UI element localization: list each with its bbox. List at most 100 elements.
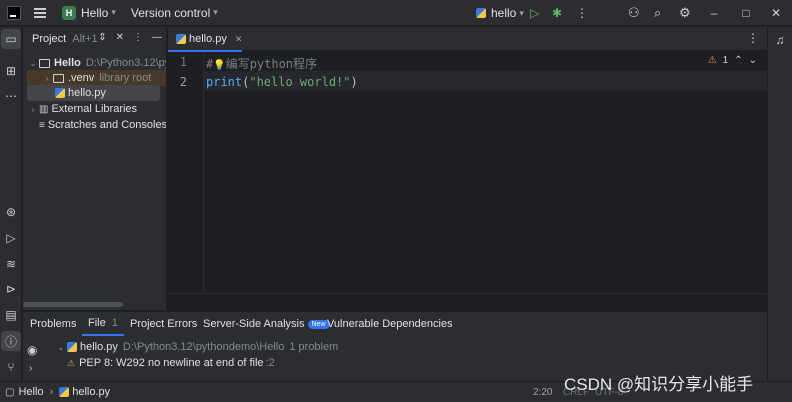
vulnerable-label: Vulnerable Dependencies [327, 318, 453, 330]
layers-icon[interactable]: ≋ [1, 254, 21, 274]
tree-item-root[interactable]: ⌄ Hello D:\Python3.12\pytho [23, 55, 166, 71]
more-tools-icon[interactable]: ⋯ [1, 86, 21, 106]
file-tab-count: 1 [111, 317, 118, 329]
lightbulb-icon[interactable]: 💡 [213, 60, 225, 71]
comment-text: 编写python程序 [225, 57, 318, 71]
code-line-2[interactable]: print("hello world!") [206, 75, 358, 89]
scratches-label: Scratches and Consoles [47, 119, 167, 131]
run-tool-icon[interactable]: ▷ [1, 228, 21, 248]
tree-item-hello-py[interactable]: hello.py [27, 85, 160, 101]
problem-file-name: hello.py [80, 341, 118, 353]
problem-file-row[interactable]: ⌄ hello.py D:\Python3.12\pythondemo\Hell… [55, 339, 339, 355]
expand-collapse-icon[interactable]: ⇕ [98, 32, 106, 43]
problems-title: Problems [30, 318, 77, 330]
project-name: Hello [81, 5, 109, 20]
chevron-right-icon[interactable]: › [41, 74, 53, 83]
library-icon: ▥ [39, 103, 49, 115]
tree-item-venv[interactable]: › .venv library root [27, 70, 166, 86]
chevron-right-icon[interactable]: › [27, 105, 39, 114]
tab-file[interactable]: File 1 [82, 312, 124, 336]
project-tool-folder-icon[interactable]: ▭ [1, 29, 21, 49]
project-panel-header: Project Alt+1 ⇕ ✕ ⋮ — [23, 27, 166, 51]
python-file-icon [67, 342, 77, 352]
services-icon[interactable]: ⊳ [1, 279, 21, 299]
project-errors-label: Project Errors [130, 318, 198, 330]
breadcrumb-separator: › [49, 386, 54, 398]
title-bar: H Hello ▾ Version control ▾ hello ▾ ▷ ✱ … [0, 0, 792, 26]
file-tab-label: File [88, 317, 106, 329]
python-packages-icon[interactable]: ⊛ [1, 202, 21, 222]
project-panel: Project Alt+1 ⇕ ✕ ⋮ — ⌄ Hello D:\Python3… [23, 27, 167, 310]
version-control-menu[interactable]: Version control ▾ [126, 0, 218, 26]
chevron-down-icon: ▾ [519, 7, 524, 18]
add-user-icon[interactable]: ⚇ [628, 0, 640, 26]
tab-project-errors[interactable]: Project Errors [130, 312, 197, 336]
python-file-icon [476, 8, 486, 18]
left-tool-strip: ▭ ⊞ ⋯ ⊛ ▷ ≋ ⊳ ▤ ⓘ ⑂ [0, 27, 22, 381]
expand-icon[interactable]: › [29, 363, 32, 374]
project-badge: H [62, 5, 76, 20]
problems-tool-icon[interactable]: ⓘ [1, 331, 21, 351]
next-problem-icon[interactable]: ⌄ [749, 55, 757, 66]
eye-icon[interactable]: ◉ [27, 343, 37, 357]
tab-vulnerable-dependencies[interactable]: Vulnerable Dependencies [327, 312, 453, 336]
run-icon[interactable]: ▷ [530, 0, 539, 26]
terminal-icon[interactable]: ▤ [1, 305, 21, 325]
hide-panel-icon[interactable]: — [152, 32, 162, 43]
debug-icon[interactable]: ✱ [552, 0, 562, 26]
editor-tab-bar: hello.py ✕ ⋮ [168, 27, 767, 52]
tab-label: hello.py [189, 33, 227, 45]
pycharm-logo-icon [7, 5, 21, 20]
tab-problems[interactable]: Problems [30, 312, 76, 336]
tab-hello-py[interactable]: hello.py ✕ [168, 27, 250, 52]
python-file-icon [55, 88, 65, 98]
problem-file-path: D:\Python3.12\pythondemo\Hello [122, 341, 285, 353]
project-panel-title[interactable]: Project [32, 33, 66, 45]
root-folder-path: D:\Python3.12\pytho [85, 57, 166, 69]
chevron-down-icon: ▾ [213, 7, 218, 17]
issue-location: :2 [265, 357, 275, 369]
code-line-1[interactable]: #💡编写python程序 [206, 55, 317, 72]
search-icon[interactable]: ⌕ [654, 0, 661, 26]
close-button[interactable]: ✕ [756, 0, 792, 26]
structure-icon[interactable]: ⊞ [1, 61, 21, 81]
csdn-watermark: CSDN @知识分享小能手 [564, 375, 754, 394]
tree-item-external-libraries[interactable]: › ▥ External Libraries [23, 101, 137, 117]
chevron-down-icon: ▾ [111, 7, 116, 17]
horizontal-scrollbar[interactable] [23, 302, 123, 307]
chevron-down-icon[interactable]: ⌄ [27, 59, 39, 68]
project-shortcut-hint: Alt+1 [72, 33, 98, 45]
breadcrumb-project[interactable]: Hello [18, 386, 43, 398]
run-config-selector[interactable]: hello ▾ [476, 0, 524, 26]
external-libraries-label: External Libraries [51, 103, 138, 115]
caret-position[interactable]: 2:20 [533, 382, 552, 402]
code-editor[interactable]: 1 2 #💡编写python程序 print("hello world!") ⚠… [168, 52, 767, 293]
project-switcher[interactable]: H Hello ▾ [46, 0, 116, 26]
git-branch-icon[interactable]: ⑂ [1, 357, 21, 377]
warning-triangle-icon: ⚠ [707, 55, 717, 66]
inspection-widget[interactable]: ⚠ 1 ⌃ ⌄ [708, 55, 757, 66]
python-file-icon [176, 34, 186, 44]
close-paren: ) [350, 75, 358, 89]
tab-server-side-analysis[interactable]: Server-Side Analysis New [203, 312, 330, 336]
close-tab-icon[interactable]: ✕ [235, 34, 243, 45]
problem-issue-row[interactable]: ⚠ PEP 8: W292 no newline at end of file … [67, 355, 275, 371]
tab-options-icon[interactable]: ⋮ [747, 31, 759, 45]
options-icon[interactable]: ⋮ [133, 32, 143, 43]
more-actions-icon[interactable]: ⋮ [576, 0, 588, 26]
settings-gear-icon[interactable]: ⚙ [679, 0, 691, 26]
chevron-down-icon[interactable]: ⌄ [55, 343, 67, 352]
tree-item-scratches[interactable]: ≡ Scratches and Consoles [23, 117, 167, 133]
root-folder-name: Hello [54, 57, 81, 69]
folder-icon [39, 58, 50, 68]
server-side-label: Server-Side Analysis [203, 318, 305, 330]
collapse-all-icon[interactable]: ✕ [116, 32, 124, 43]
folder-icon [53, 73, 64, 83]
main-menu-icon[interactable] [34, 7, 46, 18]
venv-note: library root [99, 72, 152, 84]
breadcrumb-file[interactable]: hello.py [72, 386, 110, 398]
issue-message: PEP 8: W292 no newline at end of file [79, 357, 264, 369]
venv-folder-name: .venv [68, 72, 95, 84]
notifications-bell-icon[interactable]: ♫ [770, 30, 790, 50]
previous-problem-icon[interactable]: ⌃ [734, 55, 742, 66]
